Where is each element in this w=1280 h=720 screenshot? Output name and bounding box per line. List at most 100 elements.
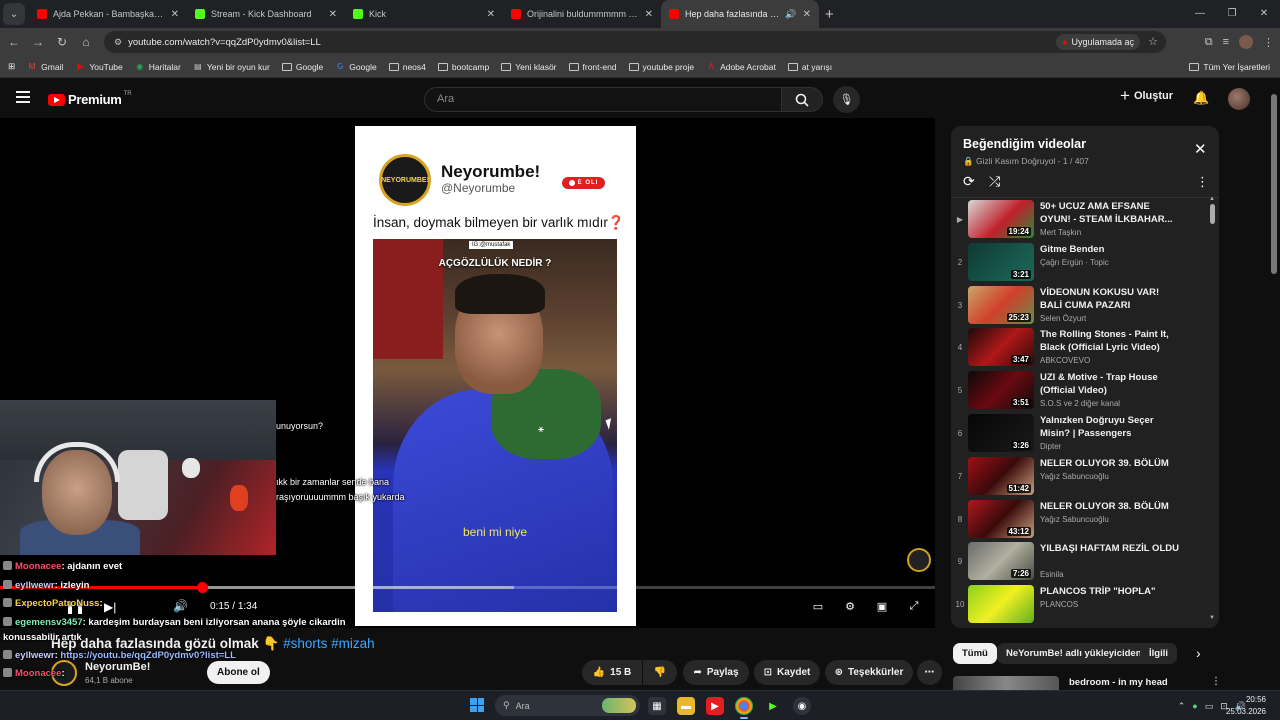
kick-app-icon[interactable]: ▶ [764, 697, 782, 715]
playlist-item[interactable]: 3 25:23 VİDEONUN KOKUSU VAR! BALİ CUMA PAZ… [951, 285, 1209, 330]
channel-watermark[interactable] [907, 548, 931, 572]
bookmark-item[interactable]: ◉ Haritalar [135, 62, 181, 72]
more-actions-button[interactable]: ⋯ [917, 660, 942, 685]
search-input[interactable]: Ara [424, 87, 782, 112]
close-tab-icon[interactable]: ✕ [487, 9, 495, 20]
next-icon[interactable]: ▶| [104, 600, 116, 614]
close-tab-icon[interactable]: ✕ [329, 9, 337, 20]
miniplayer-icon[interactable]: ▣ [874, 600, 890, 614]
guide-menu-icon[interactable] [16, 91, 30, 103]
close-tab-icon[interactable]: ✕ [803, 9, 811, 20]
playlist-item[interactable]: 7 51:42 NELER OLUYOR 39. BÖLÜM Yağız Sabunc… [951, 456, 1209, 501]
speaker-icon[interactable]: 🔊 [785, 9, 796, 20]
back-icon[interactable]: ← [2, 35, 26, 49]
youtube-premium-logo[interactable]: Premium TR [48, 91, 132, 107]
related-more-icon[interactable]: ⋮ [1211, 676, 1221, 687]
browser-tab[interactable]: Hep daha fazlasında gözü 🔊 ✕ [661, 0, 819, 28]
page-scrollbar-thumb[interactable] [1271, 94, 1277, 274]
taskbar-search[interactable]: ⚲ Ara [495, 695, 640, 716]
obs-icon[interactable]: ◉ [793, 697, 811, 715]
scroll-down-arrow-icon[interactable]: ▼ [1209, 615, 1215, 621]
playlist-item[interactable]: 8 43:12 NELER OLUYOR 38. BÖLÜM Yağız Sabunc… [951, 499, 1209, 544]
shuffle-icon[interactable]: ⤮ [989, 173, 1000, 190]
search-button[interactable] [781, 87, 823, 112]
subtitles-icon[interactable]: ▭ [810, 600, 826, 614]
open-in-app-button[interactable]: ● Uygulamada aç [1056, 34, 1140, 50]
bookmark-item[interactable]: A Adobe Acrobat [706, 62, 775, 72]
close-playlist-icon[interactable]: ✕ [1194, 140, 1207, 158]
tray-chevron-up-icon[interactable]: ⌃ [1178, 701, 1186, 712]
file-explorer-icon[interactable]: ▬ [677, 697, 695, 715]
playlist-item[interactable]: 6 3:26 Yalnızken Doğruyu Seçer Misin? | Pa… [951, 414, 1209, 458]
video-hashtags[interactable]: #shorts #mizah [283, 636, 375, 651]
playlist-item[interactable]: 9 7:26 YILBAŞI HAFTAM REZİL OLDU Esinila [951, 542, 1209, 586]
tray-mic-icon[interactable]: ● [1192, 701, 1197, 711]
tray-battery-icon[interactable]: ▭ [1205, 701, 1214, 712]
tab-search-button[interactable]: ⌄ [3, 3, 25, 25]
playlist-more-icon[interactable]: ⋮ [1196, 174, 1209, 190]
bookmark-item[interactable]: G Google [335, 62, 377, 72]
chevron-right-icon[interactable]: › [1196, 645, 1201, 661]
voice-search-button[interactable]: 🎙 [833, 86, 860, 113]
create-button[interactable]: + Oluştur [1120, 87, 1173, 104]
bookmark-item[interactable]: ▤ Yeni bir oyun kur [193, 62, 270, 72]
extensions-icon[interactable]: ⧉ [1205, 36, 1213, 49]
thanks-button[interactable]: ⊛ Teşekkürler [825, 660, 913, 685]
scroll-up-arrow-icon[interactable]: ▲ [1209, 196, 1215, 202]
bookmark-star-icon[interactable]: ☆ [1148, 35, 1158, 48]
related-video-item[interactable]: bedroom - in my head ⋮ [953, 676, 1268, 690]
windows-start-icon[interactable] [470, 698, 484, 712]
bookmark-item[interactable]: Google [281, 62, 323, 72]
bookmark-item[interactable]: Yeni klasör [501, 62, 557, 72]
playlist-item[interactable]: 5 3:51 UZI & Motive - Trap House (Official… [951, 371, 1209, 415]
forward-icon[interactable]: → [26, 35, 50, 49]
new-tab-button[interactable]: + [825, 6, 834, 23]
task-view-icon[interactable]: ▦ [648, 697, 666, 715]
youtube-app-icon[interactable]: ▶ [706, 697, 724, 715]
home-icon[interactable]: ⌂ [74, 35, 98, 49]
filter-chip[interactable]: İlgili [1140, 643, 1177, 664]
profile-avatar[interactable] [1239, 35, 1253, 49]
site-info-icon[interactable]: ⚙ [114, 37, 122, 48]
volume-icon[interactable]: 🔊 [173, 599, 188, 613]
address-bar[interactable]: ⚙ youtube.com/watch?v=qqZdP0ydmv0&list=L… [104, 31, 1166, 53]
progress-bar[interactable] [0, 582, 935, 593]
bookmark-item[interactable]: ▶ YouTube [75, 62, 122, 72]
chrome-icon[interactable] [735, 697, 753, 715]
reading-list-icon[interactable]: ≡ [1223, 36, 1229, 48]
settings-gear-icon[interactable]: ⚙ [842, 600, 858, 614]
browser-tab[interactable]: Ajda Pekkan - Bambaşka Biri (V ✕ [29, 0, 187, 28]
progress-scrubber[interactable] [196, 582, 208, 593]
bookmark-item[interactable]: neos4 [388, 62, 426, 72]
dislike-button[interactable]: 👎 [643, 660, 677, 685]
browser-tab[interactable]: Orijinalini buldummmmm ✨s ✕ [503, 0, 661, 28]
playlist-item[interactable]: 4 3:47 The Rolling Stones - Paint It, Blac… [951, 328, 1209, 372]
page-scrollbar[interactable] [1268, 80, 1280, 690]
chat-link[interactable]: https://youtu.be/qqZdP0ydmv0?list=LL [60, 650, 236, 661]
browser-tab[interactable]: Stream - Kick Dashboard ✕ [187, 0, 345, 28]
minimize-icon[interactable]: — [1184, 0, 1216, 28]
notifications-bell-icon[interactable]: 🔔 [1193, 90, 1209, 106]
close-tab-icon[interactable]: ✕ [171, 9, 179, 20]
account-avatar[interactable] [1228, 88, 1250, 110]
bookmark-item[interactable]: bootcamp [437, 62, 489, 72]
bookmark-item[interactable]: at yarışı [787, 62, 832, 72]
like-button[interactable]: 👍 15 B [582, 660, 642, 685]
close-tab-icon[interactable]: ✕ [645, 9, 653, 20]
fullscreen-icon[interactable]: ⤢ [906, 600, 922, 614]
apps-grid-icon[interactable]: ⊞ [8, 61, 15, 72]
playlist-scrollbar-thumb[interactable] [1210, 204, 1215, 224]
bookmark-item[interactable]: M Gmail [27, 62, 64, 72]
filter-chip[interactable]: Tümü [953, 643, 997, 664]
all-bookmarks-button[interactable]: Tüm Yer İşaretleri [1189, 56, 1270, 78]
close-window-icon[interactable]: ✕ [1248, 0, 1280, 28]
browser-tab[interactable]: Kick ✕ [345, 0, 503, 28]
reload-icon[interactable]: ↻ [50, 35, 74, 49]
playlist-title[interactable]: Beğendiğim videolar [963, 137, 1086, 151]
share-button[interactable]: ➦ Paylaş [683, 660, 749, 685]
taskbar-clock[interactable]: 20:56 25.03.2026 [1226, 694, 1266, 718]
filter-chip[interactable]: NeYorumBe! adlı yükleyiciden [997, 643, 1151, 664]
restore-icon[interactable]: ❐ [1216, 0, 1248, 28]
bookmark-item[interactable]: front-end [568, 62, 617, 72]
playlist-item[interactable]: ▶ 19:24 50+ UCUZ AMA EFSANE OYUN! - STEAM … [951, 200, 1209, 244]
